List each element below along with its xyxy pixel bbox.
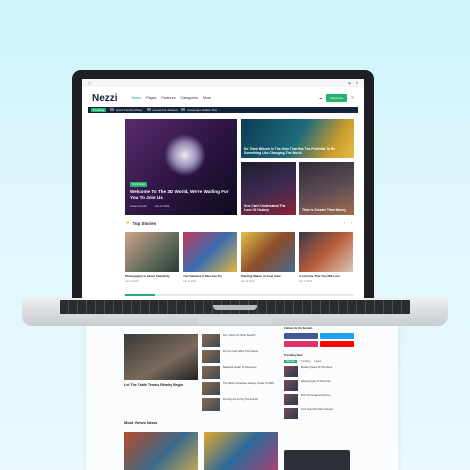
sidebar: Follow Us On Socials Trending Now Popula… <box>284 326 354 422</box>
laptop-trackpad <box>198 316 272 324</box>
hero-date: Jan 14 2022 <box>155 205 170 208</box>
language-icon[interactable]: ◉ <box>348 81 351 85</box>
search-icon[interactable]: ⚲ <box>356 81 358 85</box>
ticker-item[interactable]: Newspaper Edition This <box>181 108 217 112</box>
sidebar-heading: Follow Us On Socials <box>284 326 313 330</box>
hero-article[interactable]: Technology Welcome To The 3D World, We'r… <box>125 119 237 215</box>
story-date: Jan 12 2022 <box>125 280 139 283</box>
article-card[interactable]: Kris Can't Understand The Love Of Hockey <box>241 162 296 215</box>
article-card[interactable]: Do Think Bitcoin Is The Gem That Has The… <box>241 119 354 158</box>
date-text: ◯ <box>88 81 92 85</box>
hero-image <box>165 133 205 177</box>
top-bar-right: ◉ ⚲ <box>348 81 358 85</box>
article-list: Am I Sport Or Other Sports? Do You Can't… <box>202 334 280 414</box>
popular-heading: Trending Now <box>284 353 303 357</box>
twitter-icon[interactable] <box>320 333 354 339</box>
app-store-banner[interactable] <box>284 450 350 470</box>
nav-categories[interactable]: Categories <box>181 96 198 100</box>
story-image <box>299 232 353 272</box>
list-item[interactable]: Do You Can't Miss This Places <box>202 350 280 363</box>
ticker-item[interactable]: Guests Fun Allowed <box>146 108 177 112</box>
article-title[interactable]: Do Think Bitcoin Is The Gem That Has The… <box>244 147 351 155</box>
nav-more[interactable]: More <box>203 96 211 100</box>
popular-tabs: Popular Trending Latest <box>284 360 354 363</box>
header-actions: ☁ Subscribe ☰ <box>319 94 354 102</box>
list-item[interactable]: Breaking News Of This Week <box>284 366 354 377</box>
top-bar: ◯ ◉ ⚲ <box>82 79 364 87</box>
main-nav: Home Pages Features Categories More <box>132 96 212 100</box>
story-card[interactable]: You'll Believe A Man Can Fly Jan 13 2022 <box>183 232 237 283</box>
story-card[interactable]: Photography Is About Simplicity Jan 12 2… <box>125 232 179 283</box>
top-stories-heading: ⚡ Top Stories <box>125 220 157 226</box>
list-item[interactable]: The Most Impressive Hockey Guide Of 2022 <box>202 382 280 395</box>
instagram-icon[interactable] <box>284 341 318 347</box>
carousel-arrows[interactable]: ‹ › <box>344 220 354 225</box>
menu-icon[interactable]: ☰ <box>351 96 354 100</box>
most-viewed-image[interactable] <box>124 432 198 470</box>
story-title[interactable]: A Lifestyle That You Will Love <box>299 274 353 278</box>
list-item[interactable]: Do Dog Are Living The Animal <box>202 398 280 411</box>
story-date: Jan 13 2022 <box>183 280 197 283</box>
article-title[interactable]: Time Is Greater Than Money <box>302 208 351 212</box>
subscribe-button[interactable]: Subscribe <box>325 94 348 102</box>
site-header: Nezzi Home Pages Features Categories Mor… <box>82 87 364 109</box>
nav-features[interactable]: Features <box>161 96 175 100</box>
featured-title[interactable]: Let The Table Tennis Rivalry Begin <box>124 383 183 387</box>
hero-author: Johanna Ryan <box>130 205 147 208</box>
article-title[interactable]: Kris Can't Understand The Love Of Hockey <box>244 204 293 212</box>
nav-pages[interactable]: Pages <box>146 96 156 100</box>
ticker-item[interactable]: Iconic Porsche Racer <box>109 108 143 112</box>
story-title[interactable]: You'll Believe A Man Can Fly <box>183 274 237 278</box>
story-title[interactable]: Photography Is About Simplicity <box>125 274 179 278</box>
social-buttons <box>284 333 354 347</box>
background-page-preview: Let The Table Tennis Rivalry Begin Am I … <box>86 322 398 470</box>
list-item[interactable]: Am I Sport Or Other Sports? <box>202 334 280 347</box>
category-badge[interactable]: Technology <box>130 182 148 187</box>
weather-icon: ☁ <box>318 96 322 100</box>
most-viewed-heading: Most Views News <box>124 420 158 425</box>
story-image <box>241 232 295 272</box>
story-date: Jan 13 2022 <box>241 280 255 283</box>
facebook-icon[interactable] <box>284 333 318 339</box>
story-date: Jan 14 2022 <box>299 280 313 283</box>
mockup-stage: Let The Table Tennis Rivalry Begin Am I … <box>0 0 470 470</box>
list-item[interactable]: Beautiful Guide To Adventure <box>202 366 280 379</box>
tab-popular[interactable]: Popular <box>284 360 297 363</box>
carousel-scrollbar[interactable] <box>125 294 354 296</box>
most-viewed-image[interactable] <box>204 432 278 470</box>
ticker-tag: Trending <box>91 108 106 112</box>
story-card[interactable]: Painting Makes Us Feel Alive Jan 13 2022 <box>241 232 295 283</box>
tab-latest[interactable]: Latest <box>314 360 321 363</box>
story-title[interactable]: Painting Makes Us Feel Alive <box>241 274 295 278</box>
list-item[interactable]: Wearing Apply To Play Now <box>284 380 354 391</box>
story-image <box>125 232 179 272</box>
tab-trending[interactable]: Trending <box>301 360 311 363</box>
news-ticker: Trending Iconic Porsche Racer Guests Fun… <box>88 107 358 113</box>
laptop-notch <box>213 305 257 310</box>
list-item[interactable]: Best Of Permanent Pictures <box>284 394 354 405</box>
youtube-icon[interactable] <box>320 341 354 347</box>
nav-home[interactable]: Home <box>132 96 142 100</box>
article-card[interactable]: Time Is Greater Than Money <box>299 162 354 215</box>
list-item[interactable]: Tech Gets Start Talent Review <box>284 408 354 419</box>
bolt-icon: ⚡ <box>125 220 131 225</box>
featured-image <box>124 334 198 380</box>
story-card[interactable]: A Lifestyle That You Will Love Jan 14 20… <box>299 232 353 283</box>
story-image <box>183 232 237 272</box>
hero-title[interactable]: Welcome To The 3D World, We're Waiting F… <box>130 189 230 200</box>
laptop-screen: ◯ ◉ ⚲ Nezzi Home Pages Features Categori… <box>82 79 364 300</box>
site-logo[interactable]: Nezzi <box>92 93 118 104</box>
